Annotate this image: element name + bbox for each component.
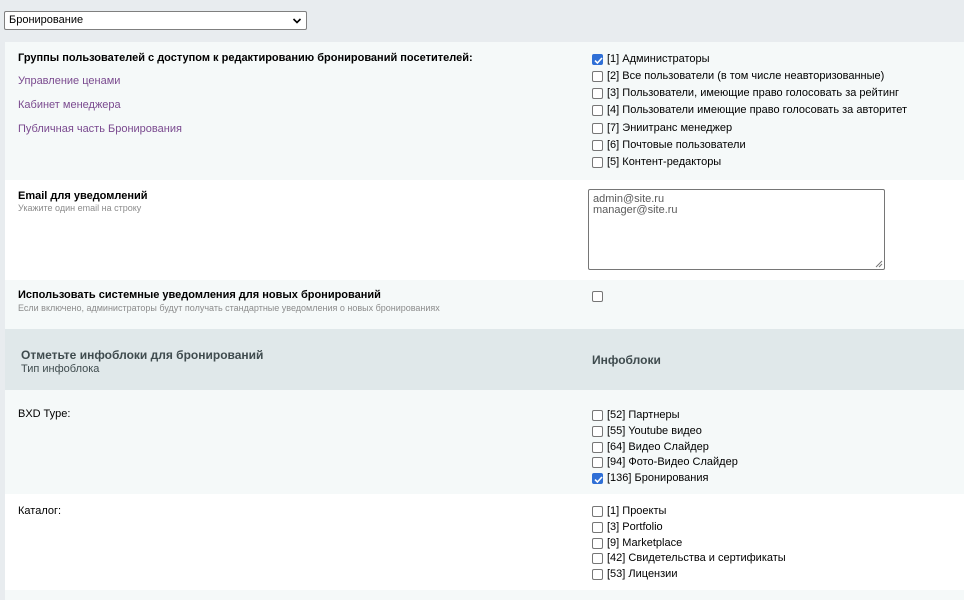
email-line: manager@site.ru xyxy=(593,204,678,216)
iblock-checkbox-55[interactable] xyxy=(592,426,603,437)
group-checkbox-1[interactable] xyxy=(592,54,603,65)
group-option-label: [1] Администраторы xyxy=(607,53,710,65)
module-select-value: Бронирование xyxy=(9,14,84,26)
iblock-option-label: [53] Лицензии xyxy=(607,568,678,580)
group-checkbox-4[interactable] xyxy=(592,105,603,116)
section-subtitle: Тип инфоблока xyxy=(21,363,100,375)
iblock-option-label: [64] Видео Слайдер xyxy=(607,441,709,453)
system-notify-row: Использовать системные уведомления для н… xyxy=(5,280,964,329)
iblocks-section-header: Отметьте инфоблоки для бронирований Тип … xyxy=(5,329,964,390)
group-option-label: [5] Контент-редакторы xyxy=(607,156,722,168)
iblock-option-label: [55] Youtube видео xyxy=(607,425,702,437)
group-checkbox-6[interactable] xyxy=(592,140,603,151)
section-title: Отметьте инфоблоки для бронирований xyxy=(21,348,264,362)
group-checkbox-2[interactable] xyxy=(592,71,603,82)
group-checkbox-7[interactable] xyxy=(592,123,603,134)
iblock-option-label: [52] Партнеры xyxy=(607,409,680,421)
settings-panel: Группы пользователей с доступом к редакт… xyxy=(5,42,964,600)
iblock-option-label: [94] Фото-Видео Слайдер xyxy=(607,456,738,468)
email-label: Email для уведомлений xyxy=(18,190,148,202)
iblock-option-label: [136] Бронирования xyxy=(607,472,709,484)
iblock-option-label: [42] Свидетельства и сертификаты xyxy=(607,552,786,564)
iblock-type-label: BXD Type: xyxy=(18,408,71,420)
iblock-option-label: [3] Portfolio xyxy=(607,521,663,533)
group-option-label: [7] Эниитранс менеджер xyxy=(607,122,733,134)
check-icon xyxy=(594,476,603,484)
iblock-checkbox-136[interactable] xyxy=(592,473,603,484)
iblock-option-label: [9] Marketplace xyxy=(607,537,683,549)
iblock-checkbox-53[interactable] xyxy=(592,569,603,580)
email-textarea[interactable]: admin@site.ru manager@site.ru xyxy=(588,189,885,270)
group-option-label: [3] Пользователи, имеющие право голосова… xyxy=(607,87,900,99)
iblock-type-row: Каталог: [1] Проекты [3] Portfolio [9] M… xyxy=(5,494,964,590)
iblock-type-row: BXD Type: [52] Партнеры [55] Youtube вид… xyxy=(5,390,964,494)
system-notify-label: Использовать системные уведомления для н… xyxy=(18,289,381,301)
iblock-checkbox-9[interactable] xyxy=(592,538,603,549)
link-price-management[interactable]: Управление ценами xyxy=(18,75,120,87)
link-public-part[interactable]: Публичная часть Бронирования xyxy=(18,123,182,135)
group-option-label: [6] Почтовые пользователи xyxy=(607,139,746,151)
iblock-checkbox-94[interactable] xyxy=(592,457,603,468)
iblock-checkbox-42[interactable] xyxy=(592,553,603,564)
module-select[interactable]: Бронирование xyxy=(4,11,307,30)
check-icon xyxy=(594,57,603,65)
group-checkbox-3[interactable] xyxy=(592,88,603,99)
iblock-checkbox-52[interactable] xyxy=(592,410,603,421)
email-hint: Укажите один email на строку xyxy=(18,203,142,213)
iblock-checkbox-64[interactable] xyxy=(592,442,603,453)
iblock-checkbox-3[interactable] xyxy=(592,522,603,533)
group-checkbox-5[interactable] xyxy=(592,157,603,168)
iblock-checkbox-1[interactable] xyxy=(592,506,603,517)
link-manager-cabinet[interactable]: Кабинет менеджера xyxy=(18,99,121,111)
iblock-option-label: [1] Проекты xyxy=(607,505,667,517)
top-toolbar: Бронирование xyxy=(0,0,964,42)
section-column-title: Инфоблоки xyxy=(592,353,661,367)
system-notify-hint: Если включено, администраторы будут полу… xyxy=(18,303,440,313)
iblock-type-label: Каталог: xyxy=(18,505,62,517)
resize-grip-icon[interactable] xyxy=(875,260,883,268)
group-option-label: [2] Все пользователи (в том числе неавто… xyxy=(607,70,885,82)
access-groups-label: Группы пользователей с доступом к редакт… xyxy=(18,52,473,64)
group-option-label: [4] Пользователи имеющие право голосоват… xyxy=(607,104,908,116)
chevron-down-icon xyxy=(292,18,302,24)
access-groups-row: Группы пользователей с доступом к редакт… xyxy=(5,42,964,180)
system-notify-checkbox[interactable] xyxy=(592,291,603,302)
